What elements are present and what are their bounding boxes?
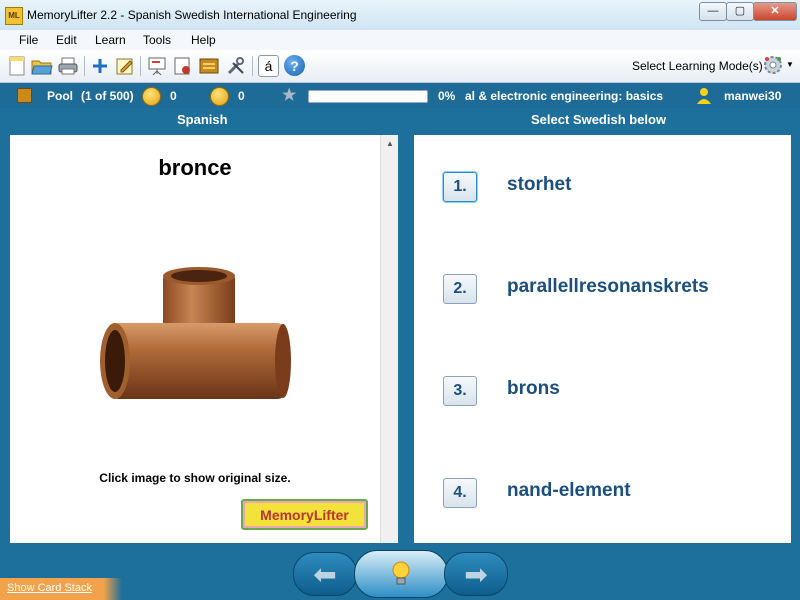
gear-icon[interactable] [762,54,784,76]
scrollbar[interactable]: ▲ [380,135,398,543]
forward-arrow-button[interactable]: ➡ [444,552,508,596]
menu-edit[interactable]: Edit [56,33,77,47]
window-title: MemoryLifter 2.2 - Spanish Swedish Inter… [27,8,357,22]
answer-text[interactable]: storhet [507,174,571,196]
menu-file[interactable]: File [19,33,38,47]
edit-icon[interactable] [114,55,136,77]
menu-bar: File Edit Learn Tools Help [0,30,800,50]
lesson-title: al & electronic engineering: basics [465,89,664,103]
progress-bar [308,90,428,103]
answer-text[interactable]: nand-element [507,480,631,502]
answer-number-button[interactable]: 2. [443,274,477,304]
pool-icon [17,88,32,103]
app-logo-icon: ML [5,7,23,25]
close-button[interactable]: ✕ [753,2,797,21]
menu-help[interactable]: Help [191,33,216,47]
happy-face-icon [142,87,161,106]
print-icon[interactable] [57,55,79,77]
user-icon [697,88,711,104]
new-icon[interactable] [6,55,28,77]
status-bar: Pool (1 of 500) 0 0 ★ 0% al & electronic… [0,83,800,108]
toolbar-separator [84,56,85,76]
presentation-icon[interactable] [146,55,168,77]
question-image[interactable] [95,265,295,405]
add-icon[interactable] [89,55,111,77]
title-bar: ML MemoryLifter 2.2 - Spanish Swedish In… [0,0,800,31]
pool-count: (1 of 500) [81,89,134,103]
menu-learn[interactable]: Learn [95,33,126,47]
maximize-button[interactable]: ▢ [726,2,754,21]
happy-count: 0 [170,89,177,103]
image-hint: Click image to show original size. [99,471,291,485]
answer-number-button[interactable]: 3. [443,376,477,406]
answer-number-button[interactable]: 4. [443,478,477,508]
help-icon[interactable]: ? [284,55,305,76]
memorylifter-logo: MemoryLifter [241,499,368,530]
lightbulb-icon [392,561,410,585]
minimize-button[interactable]: — [699,2,727,21]
show-card-stack-link[interactable]: Show Card Stack [7,582,92,594]
tools-icon[interactable] [225,55,247,77]
answer-number-button[interactable]: 1. [443,172,477,202]
scroll-up-icon[interactable]: ▲ [386,139,394,148]
question-word: bronce [158,155,232,180]
user-name: manwei30 [724,89,782,103]
slideshow-icon[interactable] [172,55,194,77]
progress-text: 0% [438,89,456,103]
left-panel-header: Spanish [177,112,228,127]
pool-label: Pool [47,89,73,103]
hint-bulb-button[interactable] [354,550,448,598]
right-panel-header: Select Swedish below [531,112,667,127]
sad-face-icon [210,87,229,106]
answer-text[interactable]: brons [507,378,560,400]
toolbar-separator [140,56,141,76]
answer-text[interactable]: parallellresonanskrets [507,276,709,298]
special-char-icon[interactable]: á [258,55,279,77]
arrow-right-icon: ➡ [464,558,488,590]
star-icon: ★ [282,87,297,104]
chevron-down-icon[interactable]: ▼ [786,60,794,69]
card-icon[interactable] [198,55,220,77]
learning-mode-label[interactable]: Select Learning Mode(s) [632,59,763,73]
toolbar: á ? Select Learning Mode(s) ▼ [0,50,800,83]
arrow-left-icon: ⬅ [313,558,337,590]
toolbar-separator [252,56,253,76]
open-icon[interactable] [31,55,53,77]
show-card-stack-tab[interactable]: Show Card Stack [0,578,122,600]
menu-tools[interactable]: Tools [143,33,171,47]
sad-count: 0 [238,89,245,103]
back-arrow-button[interactable]: ⬅ [293,552,357,596]
